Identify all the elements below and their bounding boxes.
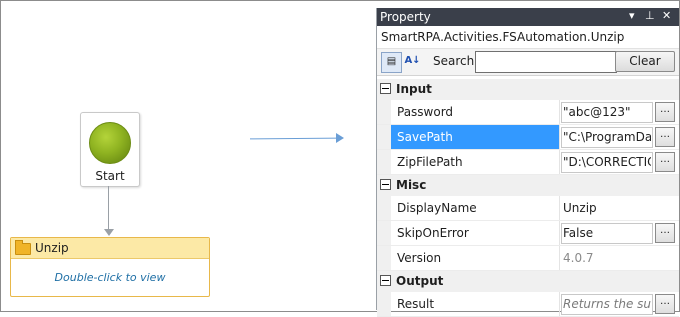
property-value[interactable]: Unzip bbox=[563, 201, 651, 215]
column-divider bbox=[559, 150, 560, 174]
start-label: Start bbox=[95, 169, 125, 183]
ellipsis-button[interactable]: … bbox=[655, 127, 675, 147]
property-panel-titlebar: Property ▾ ⊥ ✕ bbox=[377, 8, 679, 26]
callout-arrow-head bbox=[336, 133, 344, 143]
activity-type-label: SmartRPA.Activities.FSAutomation.Unzip bbox=[377, 26, 679, 48]
property-value: False bbox=[563, 226, 594, 240]
folder-icon bbox=[15, 240, 31, 255]
property-row-zipfilepath[interactable]: ZipFilePath "D:\CORRECTIC … bbox=[377, 150, 679, 175]
column-divider bbox=[559, 196, 560, 220]
category-label: Input bbox=[396, 82, 432, 96]
pin-icon[interactable]: ⊥ bbox=[645, 9, 655, 22]
property-name: Result bbox=[397, 297, 435, 311]
row-margin bbox=[377, 100, 391, 124]
flow-connector bbox=[108, 186, 109, 231]
column-divider bbox=[559, 100, 560, 124]
property-panel: Property ▾ ⊥ ✕ SmartRPA.Activities.FSAut… bbox=[376, 8, 679, 317]
unzip-activity-header[interactable]: Unzip bbox=[11, 238, 209, 259]
row-margin bbox=[377, 292, 391, 316]
column-divider bbox=[559, 292, 560, 316]
search-input[interactable] bbox=[475, 51, 617, 73]
row-margin bbox=[377, 246, 391, 270]
category-label: Misc bbox=[396, 178, 427, 192]
start-circle-icon bbox=[89, 122, 131, 164]
property-value: "C:\ProgramDa bbox=[563, 130, 651, 144]
property-row-savepath[interactable]: SavePath "C:\ProgramDa … bbox=[377, 125, 679, 150]
collapse-icon[interactable] bbox=[380, 275, 391, 286]
ellipsis-button[interactable]: … bbox=[655, 152, 675, 172]
property-row-password[interactable]: Password "abc@123" … bbox=[377, 100, 679, 125]
unzip-activity[interactable]: Unzip Double-click to view bbox=[10, 237, 210, 297]
search-label: Search: bbox=[433, 54, 479, 68]
column-divider bbox=[559, 125, 560, 149]
property-name: Version bbox=[397, 251, 442, 265]
sort-alphabetical-icon[interactable]: A↓ bbox=[403, 52, 422, 71]
property-value: "D:\CORRECTIC bbox=[563, 155, 651, 169]
property-toolbar: ▤ A↓ Search: Clear bbox=[377, 48, 679, 76]
unzip-activity-title: Unzip bbox=[35, 241, 69, 255]
unzip-activity-hint: Double-click to view bbox=[54, 271, 166, 284]
start-node[interactable]: Start bbox=[80, 112, 140, 187]
row-margin bbox=[377, 125, 391, 149]
property-name: Password bbox=[397, 105, 454, 119]
row-margin bbox=[377, 221, 391, 245]
collapse-icon[interactable] bbox=[380, 83, 391, 94]
row-margin bbox=[377, 150, 391, 174]
collapse-icon[interactable] bbox=[380, 179, 391, 190]
row-margin bbox=[377, 196, 391, 220]
column-divider bbox=[559, 221, 560, 245]
category-input[interactable]: Input bbox=[377, 79, 679, 100]
property-value: "abc@123" bbox=[563, 105, 631, 119]
flow-connector-arrowhead bbox=[104, 229, 114, 236]
close-icon[interactable]: ✕ bbox=[662, 9, 671, 22]
property-grid: Input Password "abc@123" … SavePath "C:\… bbox=[377, 79, 679, 317]
property-value: 4.0.7 bbox=[563, 251, 594, 265]
clear-button[interactable]: Clear bbox=[615, 51, 675, 72]
category-label: Output bbox=[396, 274, 444, 288]
categorized-view-icon[interactable]: ▤ bbox=[381, 52, 402, 73]
property-name: SavePath bbox=[397, 130, 453, 144]
property-row-result[interactable]: Result Returns the succ … bbox=[377, 292, 679, 317]
property-name: ZipFilePath bbox=[397, 155, 463, 169]
property-name: SkipOnError bbox=[397, 226, 469, 240]
property-row-displayname[interactable]: DisplayName Unzip bbox=[377, 196, 679, 221]
property-name: DisplayName bbox=[397, 201, 477, 215]
property-row-version: Version 4.0.7 bbox=[377, 246, 679, 271]
category-misc[interactable]: Misc bbox=[377, 175, 679, 196]
ellipsis-button[interactable]: … bbox=[655, 223, 675, 243]
dropdown-icon[interactable]: ▾ bbox=[629, 9, 635, 22]
ellipsis-button[interactable]: … bbox=[655, 294, 675, 314]
category-output[interactable]: Output bbox=[377, 271, 679, 292]
ellipsis-button[interactable]: … bbox=[655, 102, 675, 122]
property-row-skiponerror[interactable]: SkipOnError False … bbox=[377, 221, 679, 246]
column-divider bbox=[559, 246, 560, 270]
property-panel-title: Property bbox=[380, 10, 431, 24]
property-value-placeholder: Returns the succ bbox=[563, 297, 651, 311]
